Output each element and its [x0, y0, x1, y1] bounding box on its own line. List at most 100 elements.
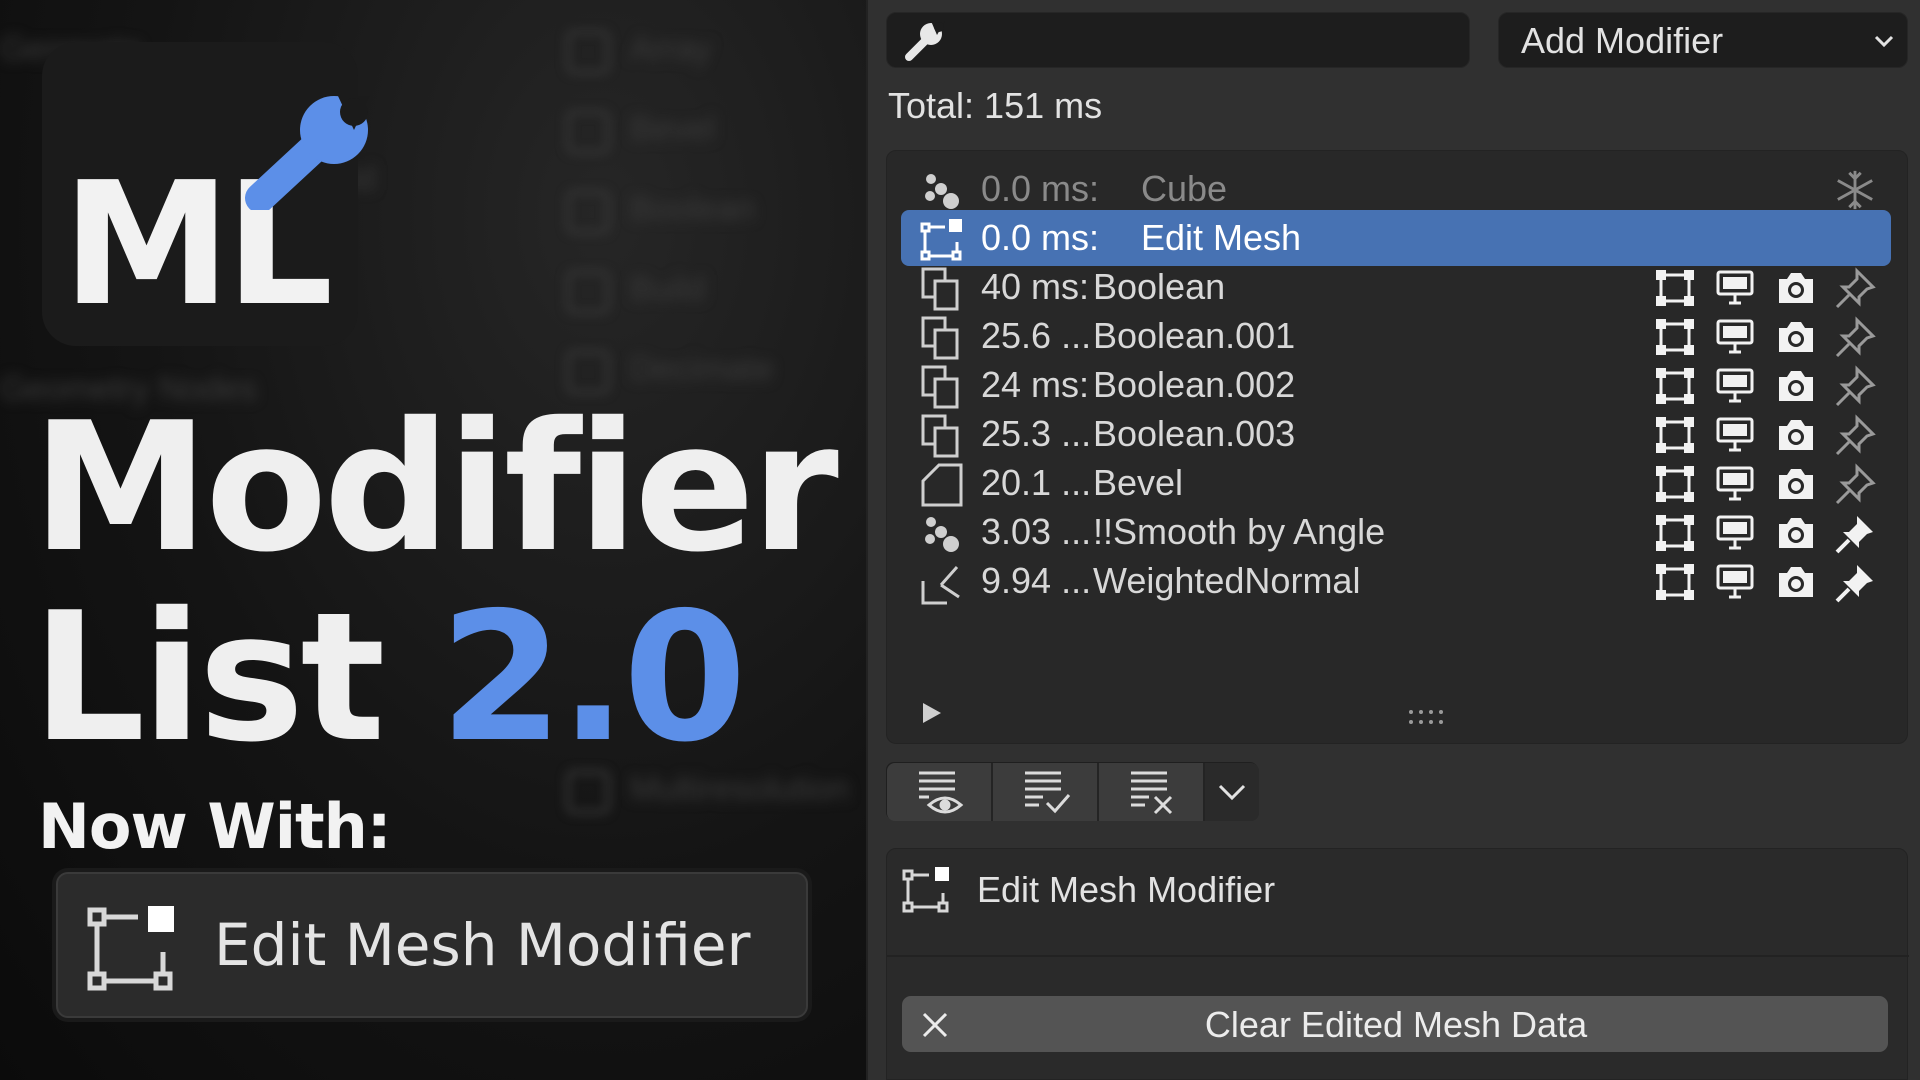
modifier-row[interactable]: 24 ms: Boolean.002: [901, 357, 1891, 413]
modifier-time: 40 ms:: [981, 266, 1090, 307]
modifier-row[interactable]: 9.94 ... WeightedNormal: [901, 553, 1891, 609]
properties-title: Edit Mesh Modifier: [977, 869, 1276, 910]
modifier-name: Boolean.001: [1093, 315, 1296, 356]
pin-off-icon[interactable]: [1833, 463, 1877, 505]
camera-icon[interactable]: [1773, 316, 1817, 358]
edit-mode-icon[interactable]: [1653, 414, 1697, 456]
filter-menu-button[interactable]: [1205, 763, 1259, 821]
edit-mesh-icon: [902, 867, 949, 913]
modifier-name: Cube: [1141, 168, 1228, 209]
monitor-icon[interactable]: [1713, 561, 1757, 603]
modifier-name: Edit Mesh: [1141, 217, 1302, 258]
camera-icon[interactable]: [1773, 414, 1817, 456]
object-dots-icon: [925, 517, 959, 552]
modifier-name: Boolean.003: [1093, 413, 1296, 454]
promo-area: Generate Build Geometry Nodes Array Beve…: [0, 0, 866, 1080]
blurred-background-text: Bevel: [630, 110, 716, 148]
weighted-normal-icon: [921, 566, 960, 605]
camera-icon[interactable]: [1773, 365, 1817, 407]
pin-off-icon[interactable]: [1833, 267, 1877, 309]
modifier-row[interactable]: 40 ms: Boolean: [901, 259, 1891, 315]
monitor-icon[interactable]: [1713, 316, 1757, 358]
addon-logo: ML: [42, 42, 370, 346]
edit-mode-icon[interactable]: [1653, 561, 1697, 603]
total-time-label: Total: 151 ms: [888, 85, 1103, 126]
modifier-row[interactable]: 3.03 ... !!Smooth by Angle: [901, 504, 1891, 560]
resize-grip-icon[interactable]: [1407, 707, 1447, 727]
camera-icon[interactable]: [1773, 267, 1817, 309]
feature-callout: Edit Mesh Modifier: [56, 872, 808, 1018]
modifier-row[interactable]: 20.1 ... Bevel: [901, 455, 1891, 511]
monitor-icon[interactable]: [1713, 414, 1757, 456]
wrench-icon: [905, 21, 945, 61]
chevron-down-icon: [1218, 784, 1246, 801]
feature-label: Edit Mesh Modifier: [214, 911, 751, 979]
now-with-label: Now With:: [38, 790, 392, 863]
modifier-time: 20.1 ...: [981, 462, 1092, 503]
monitor-icon[interactable]: [1713, 267, 1757, 309]
title-list-word: List: [32, 574, 385, 781]
clear-button-label: Clear Edited Mesh Data: [1204, 1004, 1588, 1045]
camera-icon[interactable]: [1773, 512, 1817, 554]
edit-mode-icon[interactable]: [1653, 365, 1697, 407]
title-line-1: Modifier: [32, 384, 839, 591]
modifier-time: 25.6 ...: [981, 315, 1092, 356]
blurred-background-icon: [566, 190, 610, 234]
modifier-row[interactable]: 0.0 ms: Edit Mesh: [901, 210, 1891, 266]
modifier-list-panel: Add Modifier Total: 151 ms 0.0 ms: Cube 0.…: [866, 0, 1920, 1080]
modifier-time: 0.0 ms:: [981, 168, 1100, 209]
properties-header[interactable]: Edit Mesh Modifier: [887, 849, 1909, 957]
pin-off-icon[interactable]: [1833, 414, 1877, 456]
edit-mode-icon[interactable]: [1653, 463, 1697, 505]
filter-visible-button[interactable]: [887, 763, 993, 821]
modifier-time: 0.0 ms:: [981, 217, 1100, 258]
clear-edited-mesh-button[interactable]: Clear Edited Mesh Data: [901, 995, 1889, 1053]
edit-mode-icon[interactable]: [1653, 316, 1697, 358]
filter-disabled-button[interactable]: [1099, 763, 1205, 821]
camera-icon[interactable]: [1773, 463, 1817, 505]
monitor-icon[interactable]: [1713, 512, 1757, 554]
pin-off-icon[interactable]: [1833, 316, 1877, 358]
object-dots-icon: [925, 174, 959, 209]
modifier-list: 0.0 ms: Cube 0.0 ms: Edit Mesh 40 ms: Boolean…: [886, 150, 1908, 744]
modifier-time: 24 ms:: [981, 364, 1090, 405]
blurred-background-icon: [566, 270, 610, 314]
expand-arrow-icon[interactable]: [921, 701, 943, 725]
filter-enabled-icon: [1025, 771, 1071, 814]
bevel-icon: [921, 463, 963, 507]
version-number: 2.0: [439, 574, 746, 781]
modifier-time: 3.03 ...: [981, 511, 1092, 552]
freeze-icon[interactable]: [1833, 169, 1877, 211]
pin-on-icon[interactable]: [1833, 512, 1877, 554]
modifier-search-input[interactable]: [886, 12, 1470, 68]
boolean-icon: [921, 267, 959, 311]
edit-mode-icon[interactable]: [1653, 267, 1697, 309]
filter-enabled-button[interactable]: [993, 763, 1099, 821]
modifier-name: Boolean.002: [1093, 364, 1296, 405]
camera-icon[interactable]: [1773, 561, 1817, 603]
boolean-icon: [921, 414, 959, 458]
pin-on-icon[interactable]: [1833, 561, 1877, 603]
add-modifier-label: Add Modifier: [1521, 20, 1724, 61]
boolean-icon: [921, 316, 959, 360]
thumbnail-canvas: Generate Build Geometry Nodes Array Beve…: [0, 0, 1920, 1080]
modifier-time: 25.3 ...: [981, 413, 1092, 454]
modifier-row[interactable]: 25.6 ... Boolean.001: [901, 308, 1891, 364]
edit-mesh-icon: [87, 906, 174, 991]
blurred-background-icon: [566, 30, 610, 74]
filter-toolbar: [886, 762, 1259, 821]
pin-off-icon[interactable]: [1833, 365, 1877, 407]
modifier-time: 9.94 ...: [981, 560, 1092, 601]
chevron-down-icon: [1874, 35, 1894, 48]
monitor-icon[interactable]: [1713, 463, 1757, 505]
blurred-background-text: Build: [630, 270, 706, 308]
monitor-icon[interactable]: [1713, 365, 1757, 407]
modifier-row[interactable]: 0.0 ms: Cube: [901, 161, 1891, 217]
modifier-name: Bevel: [1093, 462, 1184, 503]
modifier-name: Boolean: [1093, 266, 1226, 307]
wrench-icon: [245, 96, 370, 210]
blurred-background-icon: [566, 110, 610, 154]
add-modifier-dropdown[interactable]: Add Modifier: [1498, 12, 1908, 68]
edit-mode-icon[interactable]: [1653, 512, 1697, 554]
modifier-row[interactable]: 25.3 ... Boolean.003: [901, 406, 1891, 462]
